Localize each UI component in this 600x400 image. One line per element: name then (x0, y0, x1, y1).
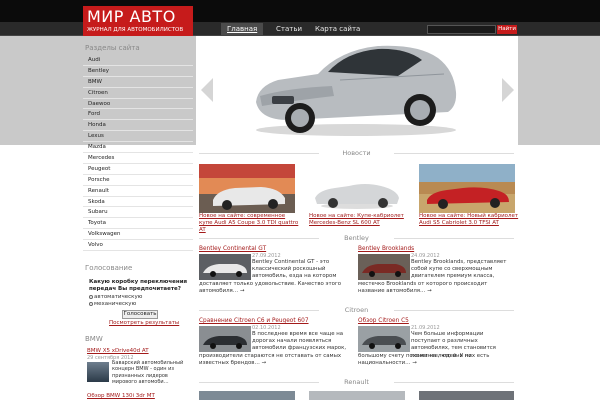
renault-section-title: Renault (199, 378, 514, 386)
bmw-article-link[interactable]: BMW X5 xDrive40d AT (87, 348, 149, 354)
brand-link[interactable]: Subaru (83, 207, 193, 219)
article-link[interactable]: Обзор Citroen C5 (358, 318, 409, 324)
news-image-mercedes-sl[interactable] (309, 164, 405, 213)
bmw-article-thumbnail[interactable] (87, 362, 109, 382)
renault-images-strip[interactable] (199, 391, 514, 400)
brand-link[interactable]: Mercedes (83, 153, 193, 164)
article-thumbnail[interactable] (358, 326, 410, 352)
brand-link[interactable]: Lexus (83, 131, 193, 143)
brand-link[interactable]: Mazda (83, 142, 193, 154)
nav-articles[interactable]: Статьи (276, 23, 302, 35)
poll-option-auto[interactable]: автоматическую (89, 294, 142, 300)
nav-sitemap[interactable]: Карта сайта (315, 23, 360, 35)
brand-list: Audi Bentley BMW Citroen Daewoo Ford Hon… (83, 55, 193, 252)
article-thumbnail[interactable] (358, 254, 410, 280)
article-excerpt-continued: производители стараются не отставать от … (199, 353, 342, 367)
brand-link[interactable]: Volvo (83, 240, 193, 252)
news-link[interactable]: Новое на сайте: Купе-кабриолет Mercedes-… (309, 213, 409, 227)
poll-option-label: автоматическую (94, 294, 143, 300)
slider-prev-icon[interactable] (201, 78, 213, 102)
article-excerpt-continued: местечко Brooklands от которого происход… (358, 281, 488, 295)
news-section-title: Новости (199, 149, 514, 157)
news-link[interactable]: Новое на сайте: современное купе Audi A5… (199, 213, 299, 233)
search-input[interactable] (427, 25, 496, 34)
article-link[interactable]: Bentley Continental GT (199, 246, 266, 252)
logo-subtitle: ЖУРНАЛ ДЛЯ АВТОМОБИЛИСТОВ (87, 27, 184, 33)
site-logo[interactable]: МИР АВТО ЖУРНАЛ ДЛЯ АВТОМОБИЛИСТОВ (83, 6, 193, 37)
nav-home[interactable]: Главная (221, 23, 264, 35)
brand-link[interactable]: BMW (83, 77, 193, 88)
poll-question: Какую коробку переключения передач Вы пр… (89, 279, 188, 292)
article-link[interactable]: Сравнение Citroen C6 и Peugeot 607 (199, 318, 309, 324)
poll-results-link[interactable]: Посмотреть результаты (109, 320, 179, 326)
brand-link[interactable]: Citroen (83, 88, 193, 99)
sections-title: Разделы сайта (85, 44, 140, 52)
poll-option-label: механическую (94, 301, 137, 307)
news-image-audi-s5-cabriolet[interactable] (419, 164, 515, 213)
article-excerpt: Bentley Brooklands, представляет собой к… (411, 259, 507, 280)
article-thumbnail[interactable] (199, 326, 251, 352)
poll-option-manual[interactable]: механическую (89, 301, 136, 307)
brand-link[interactable]: Ford (83, 109, 193, 121)
article-thumbnail[interactable] (199, 254, 251, 280)
article-excerpt: Bentley Continental GT - это классически… (252, 259, 337, 280)
brand-link[interactable]: Toyota (83, 218, 193, 230)
article-excerpt-continued: доставляет только удовольствие. Качество… (199, 281, 342, 295)
brand-link[interactable]: Daewoo (83, 99, 193, 110)
brand-link[interactable]: Skoda (83, 197, 193, 208)
brand-link[interactable]: Audi (83, 55, 193, 66)
hero-car-image (256, 45, 457, 136)
article-link[interactable]: Bentley Brooklands (358, 246, 414, 252)
logo-title: МИР АВТО (87, 7, 176, 26)
vote-button[interactable]: Голосовать (122, 310, 158, 319)
article-excerpt-continued: большому счету похожи на людей. У них ес… (358, 353, 490, 367)
brand-link[interactable]: Renault (83, 186, 193, 197)
brand-link[interactable]: Porsche (83, 175, 193, 186)
bmw-article-text: Баварский автомобильный концерн BMW - од… (112, 360, 184, 385)
poll-title: Голосование (85, 264, 133, 272)
brand-link[interactable]: Peugeot (83, 164, 193, 175)
brand-link[interactable]: Honda (83, 120, 193, 132)
bentley-section-title: Bentley (199, 234, 514, 242)
radio-icon[interactable] (89, 294, 93, 299)
news-link[interactable]: Новое на сайте: Новый кабриолет Audi S5 … (419, 213, 519, 227)
article-excerpt: В последнее время все чаще на дорогах на… (252, 331, 347, 352)
bmw-article2-link[interactable]: Обзор BMW 130i 3dr MT (87, 393, 155, 399)
radio-icon[interactable] (89, 301, 93, 306)
slider-next-icon[interactable] (502, 78, 514, 102)
search-button[interactable]: Найти (497, 25, 517, 34)
brand-link[interactable]: Bentley (83, 66, 193, 77)
news-image-audi-a5[interactable] (199, 164, 295, 213)
bmw-section-title: BMW (85, 335, 103, 343)
citroen-section-title: Citroen (199, 306, 514, 314)
brand-link[interactable]: Volkswagen (83, 229, 193, 241)
